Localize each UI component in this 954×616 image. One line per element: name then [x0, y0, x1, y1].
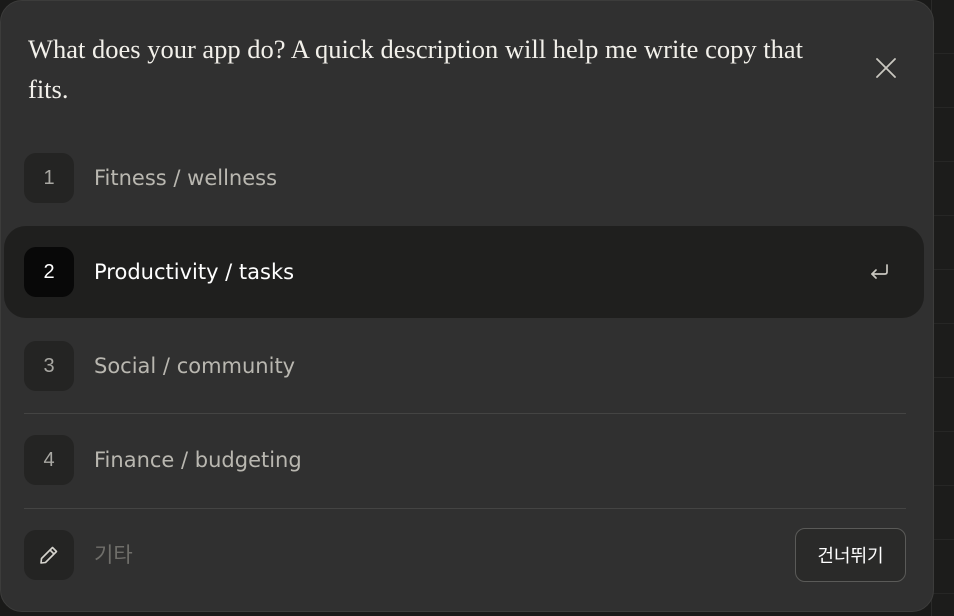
option-label: Fitness / wellness [94, 166, 278, 190]
option-label: Productivity / tasks [94, 260, 295, 284]
option-number: 2 [24, 247, 74, 297]
other-answer-input[interactable] [92, 539, 696, 571]
option-social-community[interactable]: 3 Social / community [4, 320, 924, 412]
question-dialog: What does your app do? A quick descripti… [0, 0, 934, 612]
question-text: What does your app do? A quick descripti… [28, 34, 803, 104]
option-fitness-wellness[interactable]: 1 Fitness / wellness [4, 132, 924, 224]
option-number: 3 [24, 341, 74, 391]
option-label: Social / community [94, 354, 296, 378]
option-label: Finance / budgeting [94, 448, 302, 472]
pencil-icon [40, 546, 58, 564]
other-answer-row: 건너뛰기 [4, 509, 924, 601]
option-productivity-tasks[interactable]: 2 Productivity / tasks [4, 226, 924, 318]
enter-return-icon [871, 264, 888, 279]
close-button[interactable] [869, 51, 903, 85]
option-number: 1 [24, 153, 74, 203]
option-number: 4 [24, 435, 74, 485]
background-panel [931, 0, 954, 616]
pencil-icon-box [24, 530, 74, 580]
option-finance-budgeting[interactable]: 4 Finance / budgeting [4, 414, 924, 506]
close-icon [876, 58, 896, 78]
skip-button[interactable]: 건너뛰기 [795, 528, 906, 582]
